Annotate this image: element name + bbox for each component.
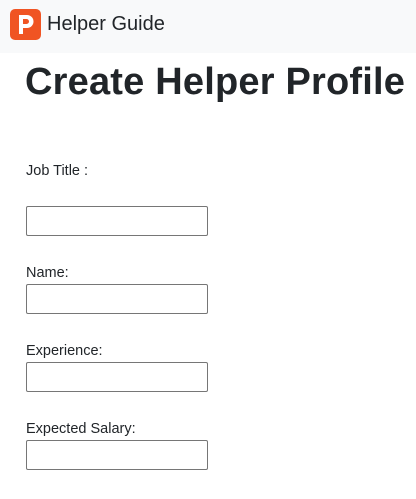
experience-label: Experience:: [26, 343, 103, 359]
expected-salary-label: Expected Salary:: [26, 421, 136, 437]
name-input[interactable]: [26, 284, 208, 314]
navbar: Helper Guide: [0, 0, 416, 53]
expected-salary-input[interactable]: [26, 440, 208, 470]
job-title-label: Job Title :: [26, 163, 89, 179]
name-label: Name:: [26, 265, 69, 281]
brand-name: Helper Guide: [47, 13, 165, 35]
experience-input[interactable]: [26, 362, 208, 392]
page-title: Create Helper Profile: [25, 61, 406, 103]
logo-letter-glyph: [19, 14, 34, 34]
job-title-input[interactable]: [26, 206, 208, 236]
brand-logo-icon: [10, 8, 41, 40]
brand-link[interactable]: Helper Guide: [10, 8, 165, 40]
